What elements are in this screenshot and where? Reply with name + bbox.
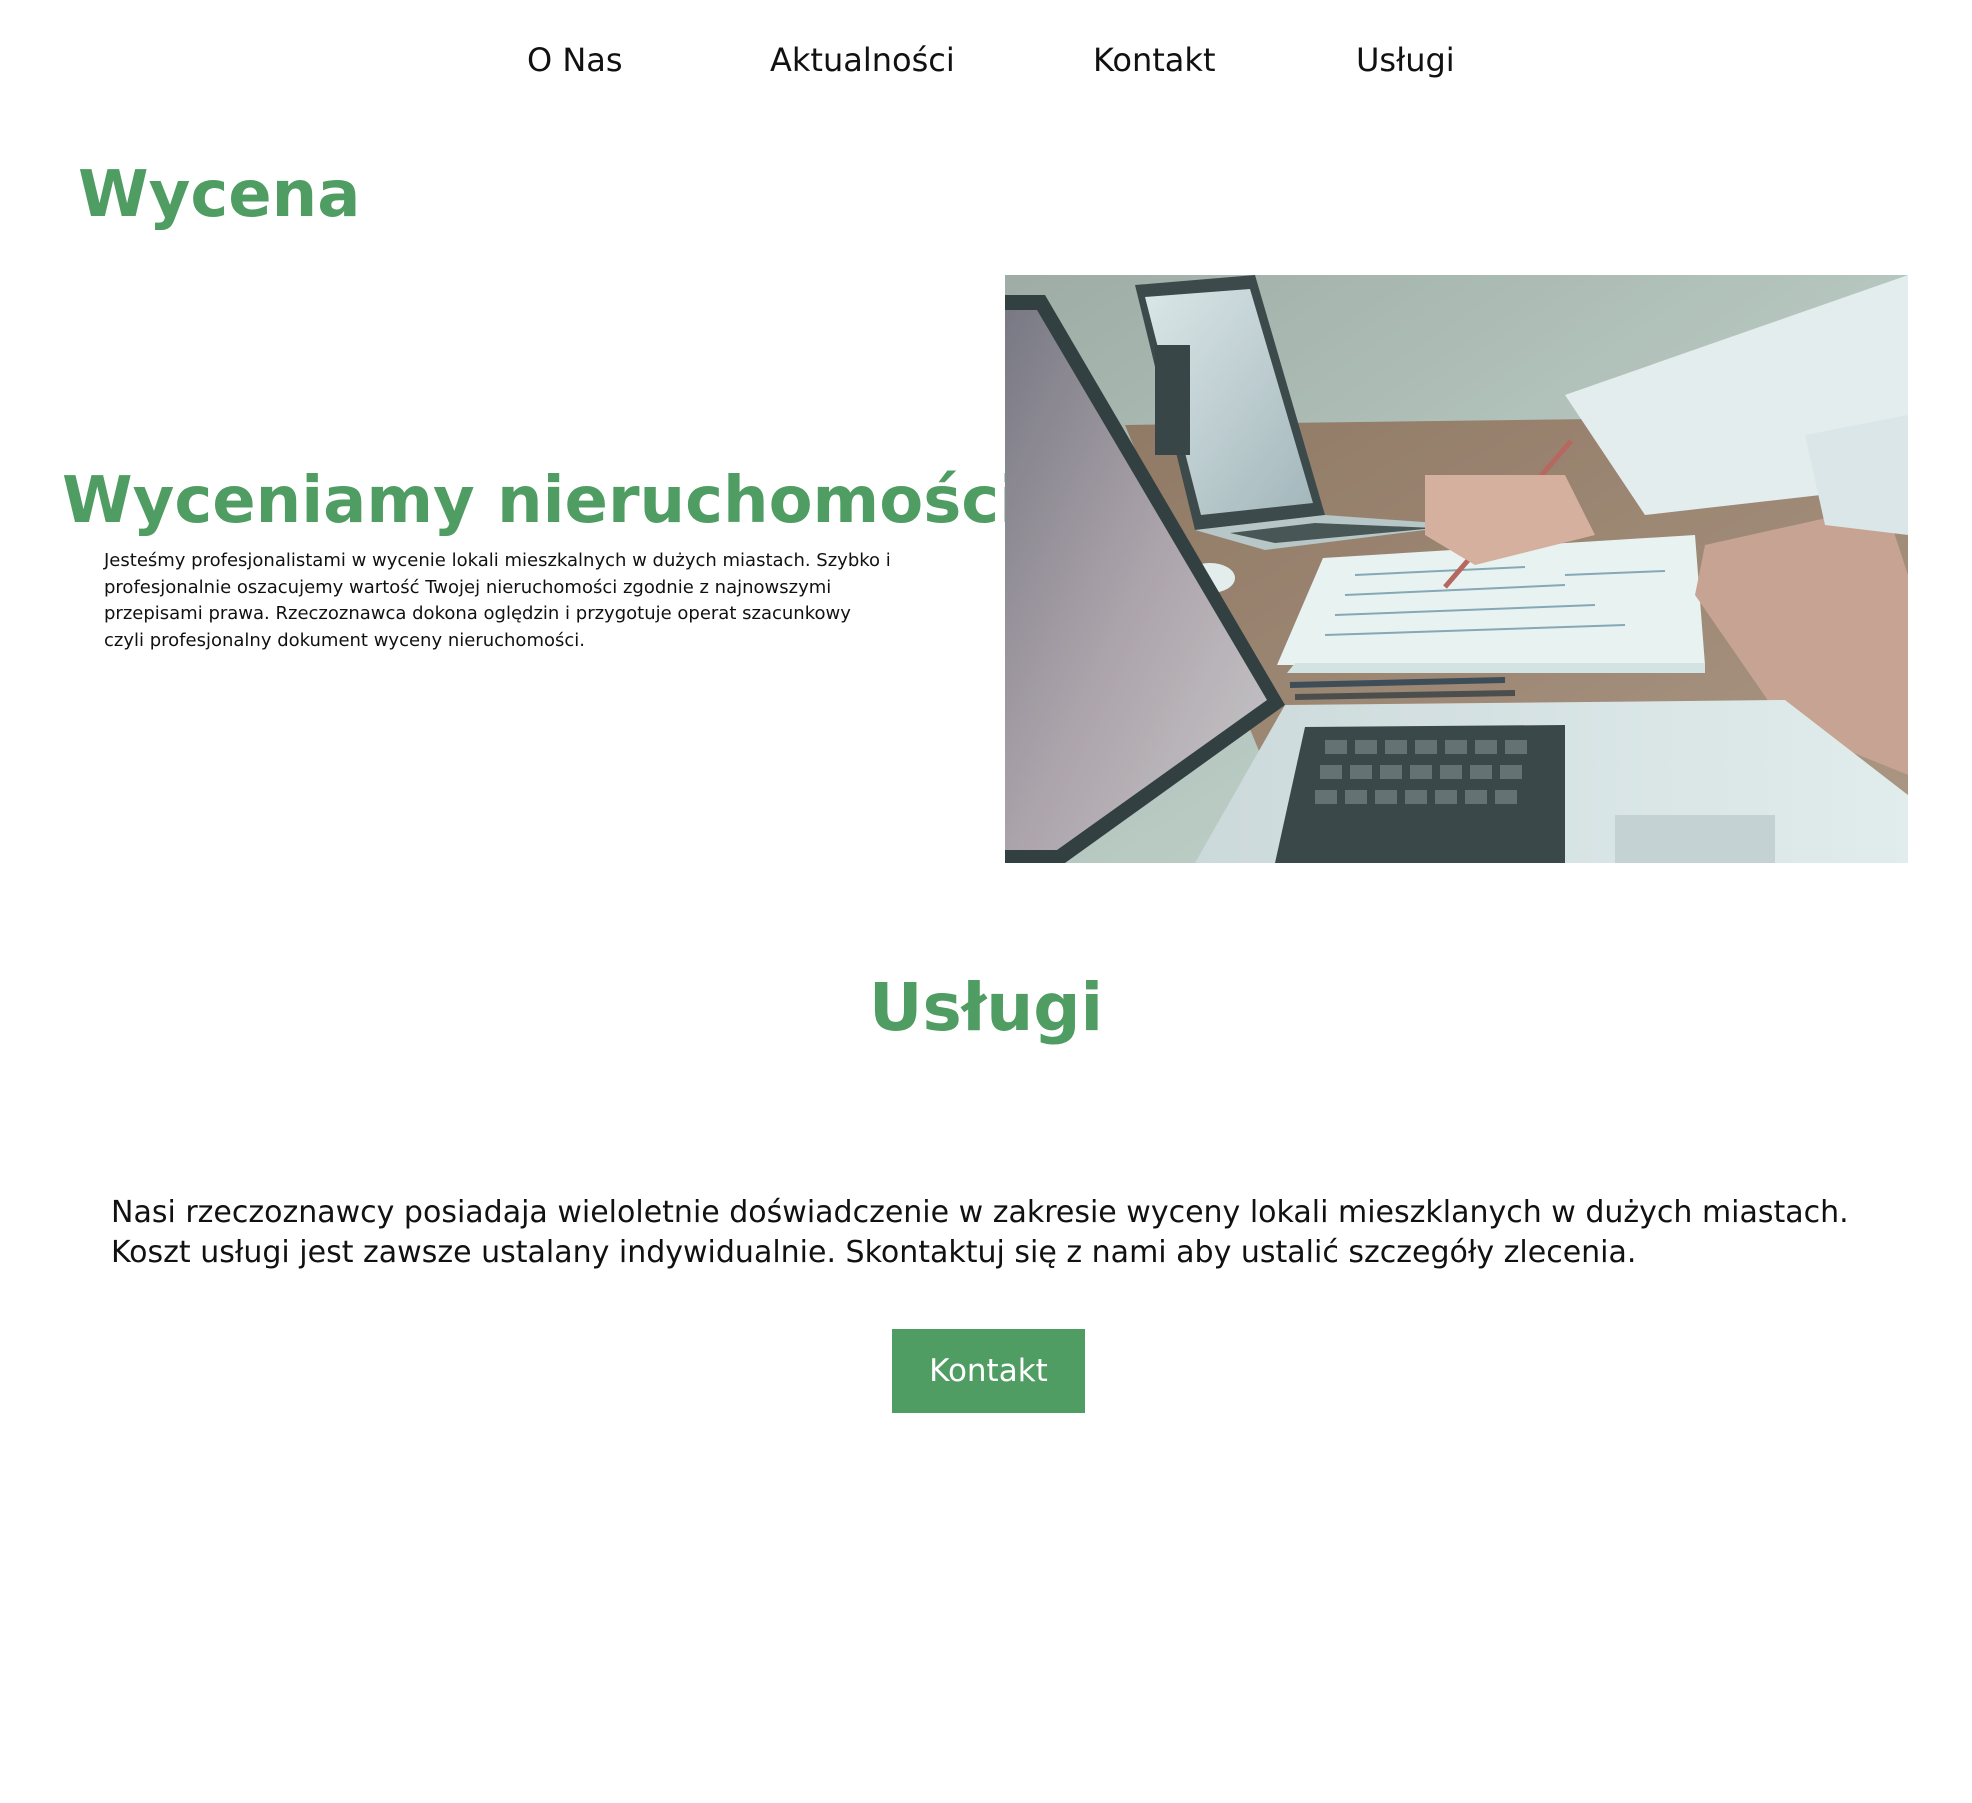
contact-button[interactable]: Kontakt xyxy=(892,1329,1085,1413)
nav-link-kontakt[interactable]: Kontakt xyxy=(1093,30,1215,90)
services-title: Usługi xyxy=(868,969,1104,1046)
hero-description: Jesteśmy profesjonalistami w wycenie lok… xyxy=(104,550,891,651)
hero-title: Wyceniamy nieruchomości xyxy=(62,464,1022,538)
page-title: Wycena xyxy=(78,158,361,232)
hero-photo-laptops-meeting xyxy=(1005,275,1908,863)
nav-link-aktualnosci[interactable]: Aktualności xyxy=(770,30,955,90)
services-description-line-2: Koszt usługi jest zawsze ustalany indywi… xyxy=(111,1235,1637,1270)
nav-link-o-nas[interactable]: O Nas xyxy=(527,30,623,90)
main-nav: O Nas Aktualności Kontakt Usługi xyxy=(0,30,1972,90)
services-description-line-1: Nasi rzeczoznawcy posiadaja wieloletnie … xyxy=(111,1195,1849,1230)
nav-link-uslugi[interactable]: Usługi xyxy=(1356,30,1455,90)
services-description: Nasi rzeczoznawcy posiadaja wieloletnie … xyxy=(111,1193,1931,1273)
